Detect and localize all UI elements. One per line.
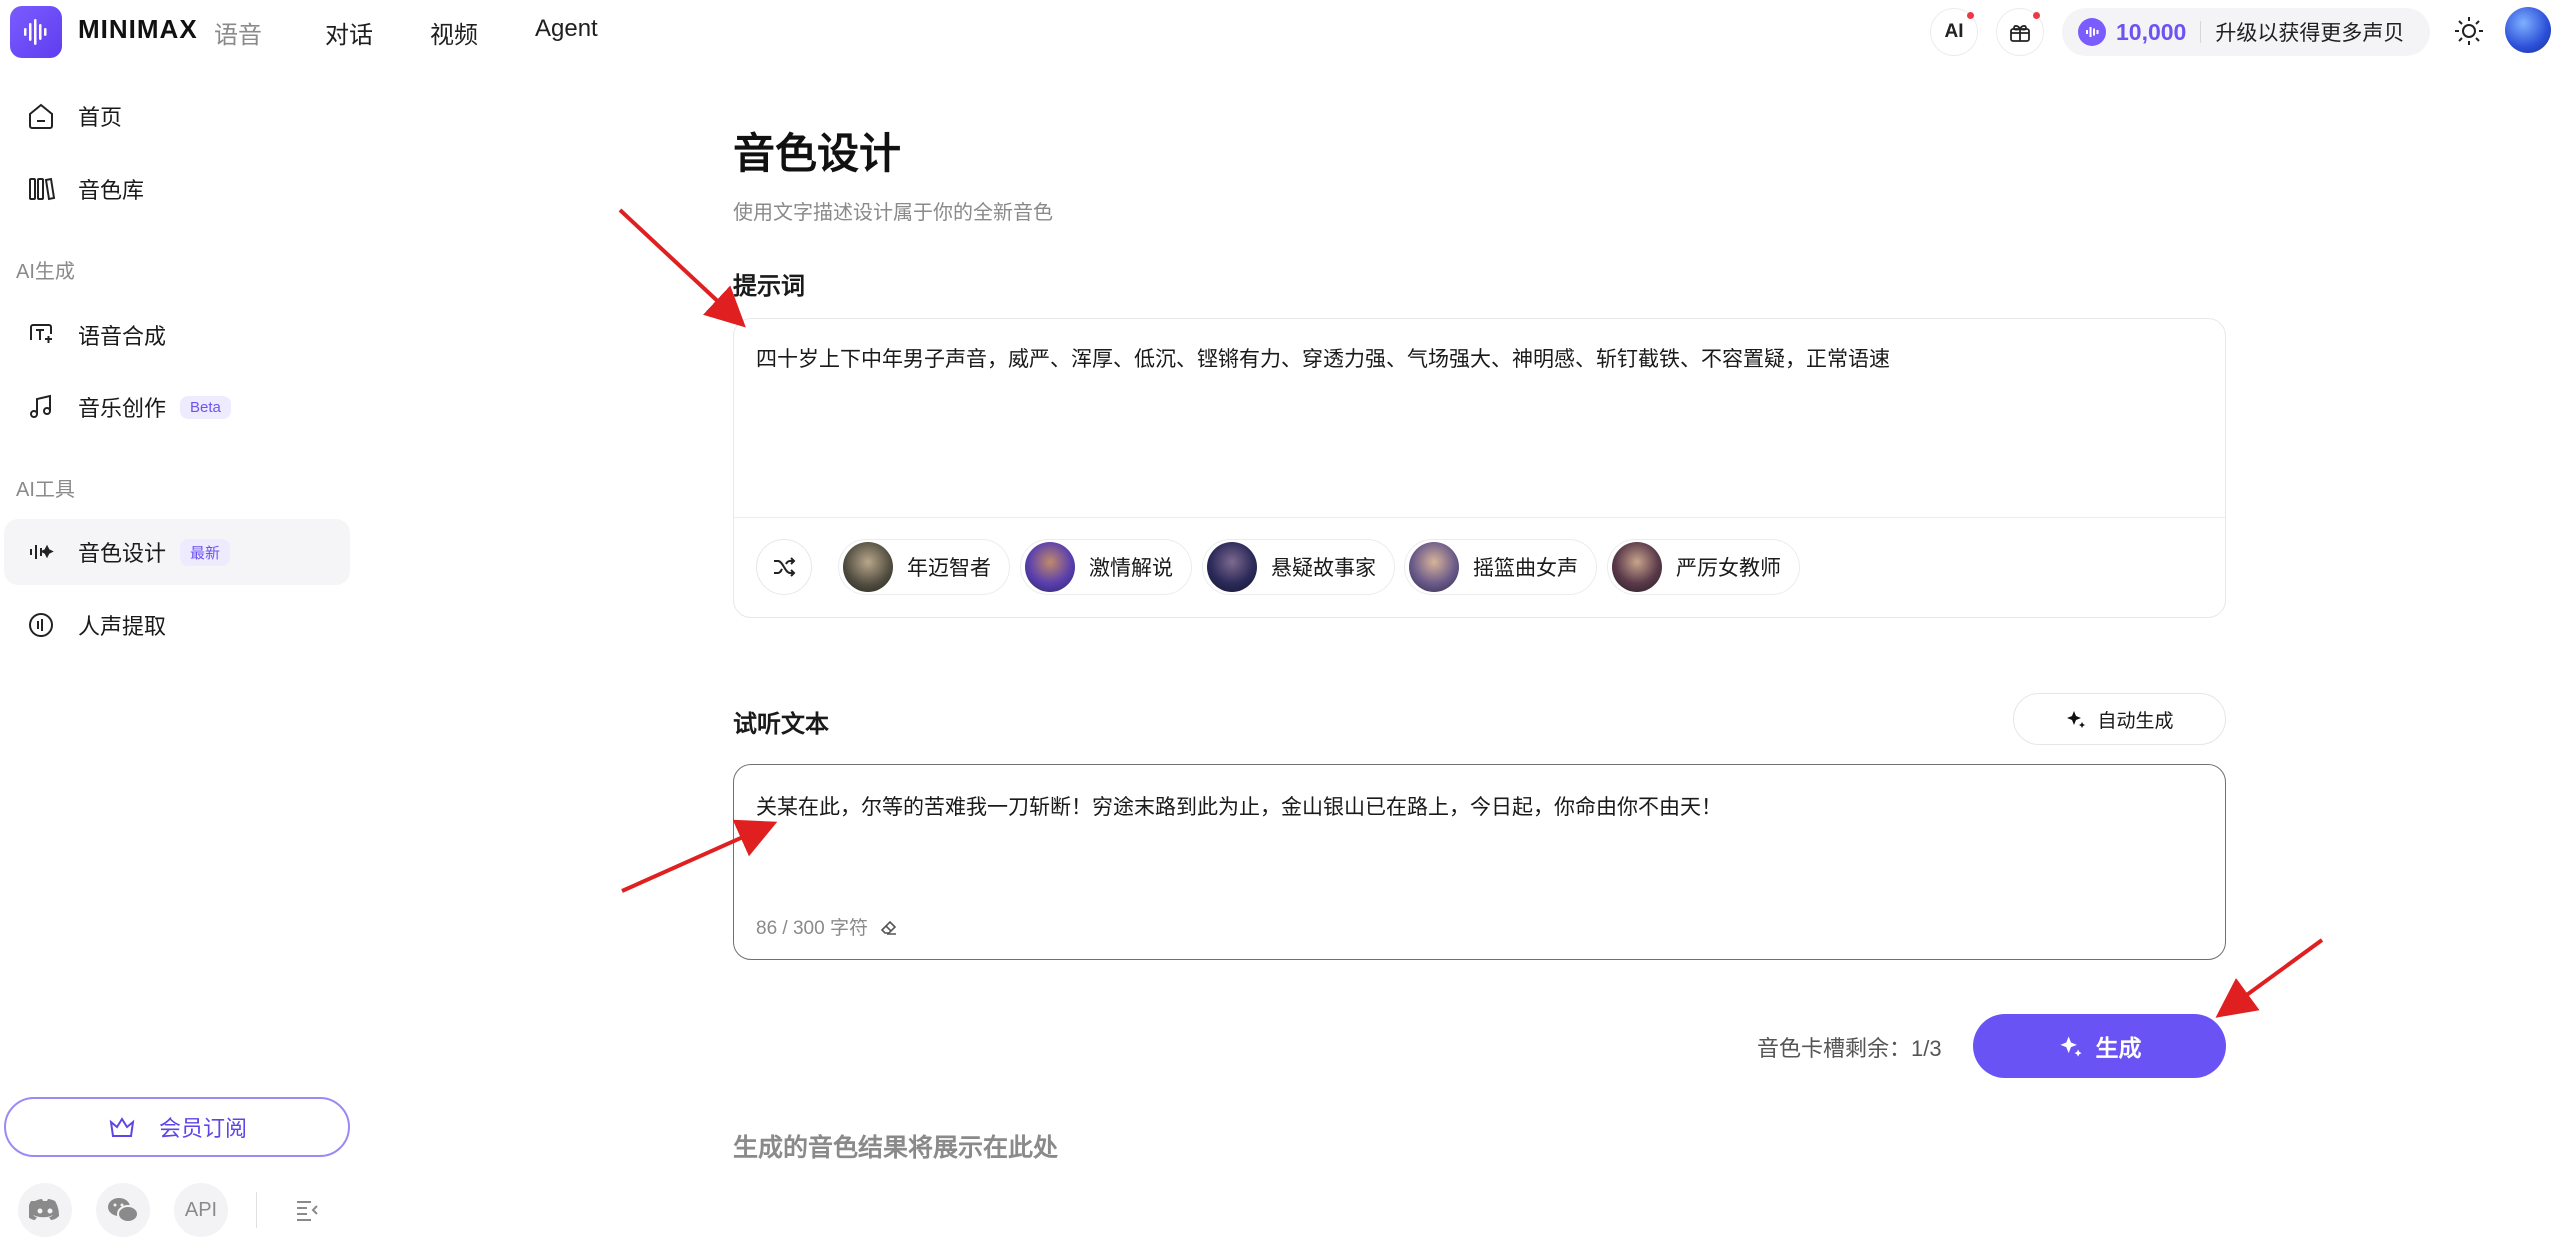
ai-badge: AI <box>1944 21 1964 42</box>
preset-label: 摇篮曲女声 <box>1473 557 1578 580</box>
sidebar-item-label: 语音合成 <box>78 324 167 349</box>
page-title: 音色设计 <box>733 130 902 177</box>
preset-label: 年迈智者 <box>907 557 991 580</box>
auto-generate-label: 自动生成 <box>2097 710 2174 732</box>
tts-icon <box>24 318 58 352</box>
preset-avatar <box>1612 542 1662 592</box>
prompt-textarea[interactable]: 四十岁上下中年男子声音，威严、浑厚、低沉、铿锵有力、穿透力强、气场强大、神明感、… <box>756 343 1890 373</box>
sparkle-icon <box>2059 1036 2082 1057</box>
listen-text-card: 关某在此，尔等的苦难我一刀斩断！穷途末路到此为止，金山银山已在路上，今日起，你命… <box>733 764 2226 960</box>
gift-icon <box>2010 24 2030 42</box>
annotation-arrow <box>618 208 746 328</box>
credits-divider <box>2200 21 2202 43</box>
char-count-value: 86 / 300 字符 <box>756 918 868 939</box>
sidebar-item-voice-extract[interactable]: 人声提取 <box>4 592 350 658</box>
credits-count: 10,000 <box>2116 18 2187 45</box>
nav-chat[interactable]: 对话 <box>325 15 373 50</box>
music-note-icon <box>24 390 58 424</box>
wechat-icon <box>108 1198 139 1223</box>
wechat-button[interactable] <box>96 1183 150 1237</box>
brand-name[interactable]: MINIMAX <box>78 14 198 45</box>
preset-chip[interactable]: 严厉女教师 <box>1607 539 1800 595</box>
nav-video[interactable]: 视频 <box>430 15 478 50</box>
sidebar-item-voice-design[interactable]: 音色设计 最新 <box>4 519 350 585</box>
sidebar-item-label: 音色库 <box>78 178 145 203</box>
notification-dot <box>2033 12 2040 19</box>
sidebar-item-tts[interactable]: 语音合成 <box>4 302 350 368</box>
member-subscribe-button[interactable]: 会员订阅 <box>4 1097 350 1157</box>
credits-pill[interactable]: 10,000 升级以获得更多声贝 <box>2062 8 2430 56</box>
theme-toggle-button[interactable] <box>2452 14 2486 53</box>
generate-button[interactable]: 生成 <box>1973 1014 2226 1078</box>
new-badge: 最新 <box>180 538 231 566</box>
footer-divider <box>256 1192 257 1228</box>
sidebar-item-home[interactable]: 首页 <box>4 83 350 149</box>
brand-section: 语音 <box>214 22 262 49</box>
top-bar: MINIMAX 语音 对话 视频 Agent AI 10,000 升级以获得更多… <box>0 0 2560 62</box>
preset-avatar <box>1025 542 1075 592</box>
slot-remaining-value: 1/3 <box>1911 1036 1942 1061</box>
page-subtitle: 使用文字描述设计属于你的全新音色 <box>733 202 1053 224</box>
sound-credit-icon <box>2078 18 2106 46</box>
auto-generate-button[interactable]: 自动生成 <box>2013 693 2226 745</box>
ai-assistant-button[interactable]: AI <box>1930 8 1978 56</box>
beta-badge: Beta <box>180 395 231 419</box>
sidebar-item-label: 人声提取 <box>78 614 167 639</box>
collapse-menu-icon <box>297 1201 318 1221</box>
crown-icon <box>109 1117 135 1137</box>
preset-avatar <box>1409 542 1459 592</box>
shuffle-icon <box>774 557 796 577</box>
discord-icon <box>29 1199 59 1220</box>
prompt-divider <box>734 517 2225 518</box>
sidebar-item-music[interactable]: 音乐创作 Beta <box>4 374 350 440</box>
sparkle-icon <box>2067 711 2086 728</box>
preset-chip[interactable]: 悬疑故事家 <box>1202 539 1395 595</box>
user-avatar[interactable] <box>2505 7 2551 53</box>
api-button[interactable]: API <box>174 1183 228 1237</box>
shuffle-button[interactable] <box>756 539 812 595</box>
sidebar-item-label: 音乐创作 <box>78 396 167 421</box>
gift-button[interactable] <box>1996 8 2044 56</box>
voice-design-icon <box>24 535 58 569</box>
preset-chip[interactable]: 摇篮曲女声 <box>1404 539 1597 595</box>
member-subscribe-label: 会员订阅 <box>158 1116 247 1141</box>
discord-button[interactable] <box>18 1183 72 1237</box>
sidebar-section-ai-gen: AI生成 <box>16 261 75 283</box>
library-icon <box>24 172 58 206</box>
char-count: 86 / 300 字符 <box>756 913 900 940</box>
prompt-label: 提示词 <box>733 273 805 300</box>
notification-dot <box>1967 12 1974 19</box>
nav-agent[interactable]: Agent <box>535 15 598 43</box>
listen-label: 试听文本 <box>733 711 829 738</box>
api-label: API <box>184 1198 218 1221</box>
listen-textarea[interactable]: 关某在此，尔等的苦难我一刀斩断！穷途末路到此为止，金山银山已在路上，今日起，你命… <box>756 791 1722 821</box>
result-placeholder: 生成的音色结果将展示在此处 <box>733 1134 1059 1162</box>
collapse-sidebar-button[interactable] <box>280 1183 334 1237</box>
sidebar-item-library[interactable]: 音色库 <box>4 156 350 222</box>
prompt-card: 四十岁上下中年男子声音，威严、浑厚、低沉、铿锵有力、穿透力强、气场强大、神明感、… <box>733 318 2226 618</box>
annotation-arrow <box>2215 938 2324 1018</box>
slot-remaining: 音色卡槽剩余：1/3 <box>1757 1031 1942 1063</box>
generate-label: 生成 <box>2095 1035 2142 1061</box>
minimax-logo-icon[interactable] <box>10 6 62 58</box>
eraser-icon[interactable] <box>878 916 900 938</box>
preset-avatar <box>843 542 893 592</box>
slot-remaining-label: 音色卡槽剩余： <box>1757 1036 1912 1061</box>
sidebar-section-ai-tools: AI工具 <box>16 479 75 501</box>
home-icon <box>24 99 58 133</box>
upgrade-link[interactable]: 升级以获得更多声贝 <box>2215 17 2404 47</box>
preset-label: 悬疑故事家 <box>1271 557 1376 580</box>
sidebar-item-label: 音色设计 <box>78 541 167 566</box>
preset-chip[interactable]: 年迈智者 <box>838 539 1010 595</box>
preset-avatar <box>1207 542 1257 592</box>
voice-extract-icon <box>24 608 58 642</box>
sidebar-item-label: 首页 <box>78 105 123 130</box>
sun-icon <box>2455 17 2483 45</box>
preset-chip[interactable]: 激情解说 <box>1020 539 1192 595</box>
preset-label: 严厉女教师 <box>1676 557 1781 580</box>
preset-label: 激情解说 <box>1089 557 1173 580</box>
